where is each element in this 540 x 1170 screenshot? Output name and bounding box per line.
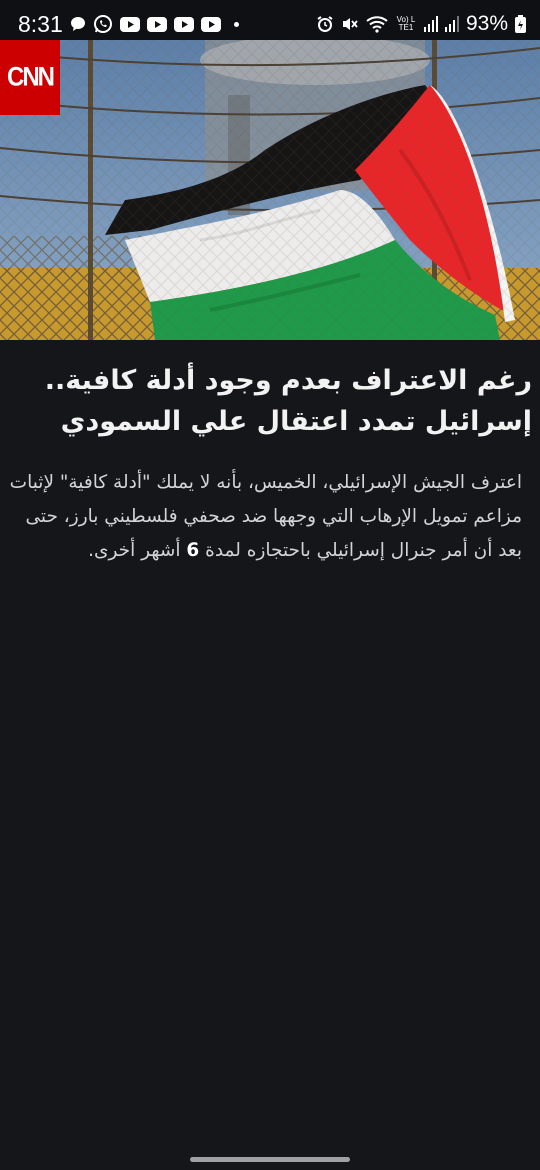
whatsapp-icon: [93, 14, 113, 34]
volte-label: Vo) LTE1: [396, 15, 416, 32]
battery-percent: 93%: [465, 12, 508, 35]
clock: 8:31: [18, 10, 63, 37]
headline-line-1: رغم الاعتراف بعدم وجود أدلة كافية..: [44, 365, 532, 396]
youtube-icon: [146, 16, 167, 32]
mute-icon: [341, 15, 359, 33]
article-headline[interactable]: رغم الاعتراف بعدم وجود أدلة كافية.. إسرا…: [10, 360, 532, 442]
summary-text-1: اعترف الجيش الإسرائيلي، الخميس، بأنه لا …: [9, 472, 522, 561]
summary-number: 6: [186, 540, 200, 561]
status-right: Vo) LTE1 93%: [316, 12, 526, 36]
screen: 8:31 Vo) LTE1 93% CNN رغم الاعتراف بعدم …: [0, 0, 540, 1170]
volte-icon: Vo) LTE1: [395, 16, 417, 32]
chat-bubble-icon: [70, 16, 86, 32]
dot-icon: [233, 21, 239, 27]
alarm-icon: [316, 15, 334, 33]
flag-photo: [0, 40, 540, 340]
status-left: 8:31: [18, 11, 239, 38]
headline-line-2: إسرائيل تمدد اعتقال علي السمودي: [60, 406, 532, 437]
youtube-icon: [200, 16, 221, 32]
summary-text-2: أشهر أخرى.: [88, 540, 187, 561]
wifi-icon: [366, 15, 388, 33]
youtube-icon: [119, 16, 140, 32]
signal-icon: [444, 16, 459, 32]
youtube-icon: [173, 16, 194, 32]
cnn-logo-text: CNN: [7, 62, 55, 92]
cnn-logo[interactable]: CNN: [0, 40, 60, 115]
home-indicator[interactable]: [190, 1157, 350, 1162]
article-summary: اعترف الجيش الإسرائيلي، الخميس، بأنه لا …: [8, 466, 522, 568]
article-hero-image[interactable]: [0, 40, 540, 340]
battery-icon: [515, 15, 526, 33]
signal-icon: [423, 16, 438, 32]
